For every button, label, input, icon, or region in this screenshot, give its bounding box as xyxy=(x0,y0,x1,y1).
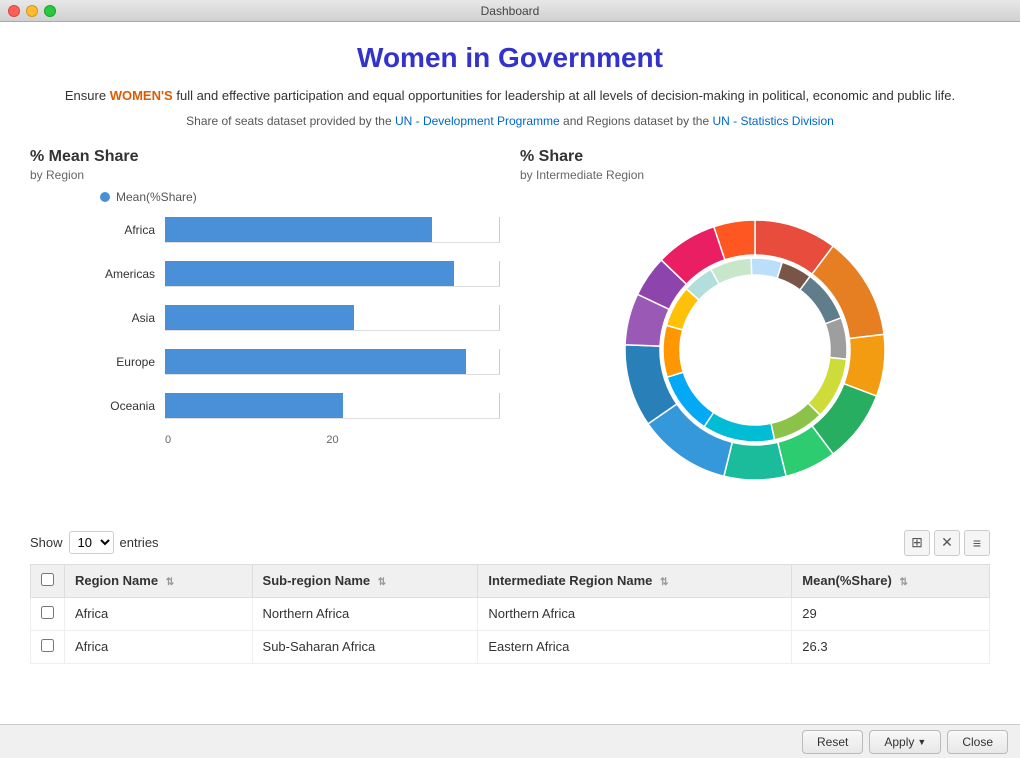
page-title: Women in Government xyxy=(30,42,990,74)
bar-track xyxy=(165,305,500,331)
table-controls: Show 10 25 50 entries ⊞ ✕ ≡ xyxy=(30,530,990,556)
charts-row: % Mean Share by Region Mean(%Share) Afri… xyxy=(30,148,990,510)
bar-label: Europe xyxy=(100,355,165,369)
donut-chart-title: % Share xyxy=(520,148,990,166)
th-subregion: Sub-region Name ⇅ xyxy=(252,564,478,597)
legend-label: Mean(%Share) xyxy=(116,190,197,204)
menu-icon-btn[interactable]: ≡ xyxy=(964,530,990,556)
entries-label: entries xyxy=(120,535,159,550)
subtitle: Ensure WOMEN'S full and effective partic… xyxy=(30,86,990,106)
bar-label: Asia xyxy=(100,311,165,325)
subtitle-pre: Ensure xyxy=(65,88,110,103)
bar-row: Americas xyxy=(100,258,500,290)
bar-track xyxy=(165,261,500,287)
links-pre: Share of seats dataset provided by the xyxy=(186,114,395,128)
link-undp[interactable]: UN - Development Programme xyxy=(395,114,560,128)
bar-row: Europe xyxy=(100,346,500,378)
x-tick-0: 0 xyxy=(165,434,277,446)
cell-intermediate: Eastern Africa xyxy=(478,630,792,663)
cell-mean: 29 xyxy=(792,597,990,630)
subtitle-post: full and effective participation and equ… xyxy=(173,88,955,103)
link-unsd[interactable]: UN - Statistics Division xyxy=(712,114,833,128)
close-dialog-button[interactable]: Close xyxy=(947,730,1008,754)
copy-icon-btn[interactable]: ✕ xyxy=(934,530,960,556)
cell-subregion: Sub-Saharan Africa xyxy=(252,630,478,663)
subtitle-highlight: WOMEN'S xyxy=(110,88,173,103)
cell-region: Africa xyxy=(65,630,253,663)
bar-fill xyxy=(165,349,466,374)
bar-fill xyxy=(165,305,354,330)
bar-label: Oceania xyxy=(100,399,165,413)
donut-chart-section: % Share by Intermediate Region xyxy=(520,148,990,510)
row-checkbox-cell xyxy=(31,597,65,630)
sort-region-icon[interactable]: ⇅ xyxy=(166,577,174,588)
table-row: AfricaSub-Saharan AfricaEastern Africa26… xyxy=(31,630,990,663)
row-checkbox[interactable] xyxy=(41,606,54,619)
show-label: Show xyxy=(30,535,63,550)
donut-svg xyxy=(605,200,905,500)
data-table: Region Name ⇅ Sub-region Name ⇅ Intermed… xyxy=(30,564,990,664)
bar-track xyxy=(165,349,500,375)
cell-subregion: Northern Africa xyxy=(252,597,478,630)
cell-region: Africa xyxy=(65,597,253,630)
th-intermediate: Intermediate Region Name ⇅ xyxy=(478,564,792,597)
bar-chart-legend: Mean(%Share) xyxy=(30,190,500,204)
donut-container xyxy=(520,190,990,510)
sort-subregion-icon[interactable]: ⇅ xyxy=(378,577,386,588)
sort-mean-icon[interactable]: ⇅ xyxy=(899,577,907,588)
table-header: Region Name ⇅ Sub-region Name ⇅ Intermed… xyxy=(31,564,990,597)
table-icons: ⊞ ✕ ≡ xyxy=(904,530,990,556)
window-buttons xyxy=(8,5,56,17)
bar-label: Africa xyxy=(100,223,165,237)
bar-track xyxy=(165,217,500,243)
bar-chart-section: % Mean Share by Region Mean(%Share) Afri… xyxy=(30,148,500,510)
table-section: Show 10 25 50 entries ⊞ ✕ ≡ xyxy=(30,530,990,664)
bar-chart-title: % Mean Share xyxy=(30,148,500,166)
x-tick-20: 20 xyxy=(277,434,389,446)
bar-fill xyxy=(165,217,432,242)
show-entries: Show 10 25 50 entries xyxy=(30,531,159,554)
entries-select[interactable]: 10 25 50 xyxy=(69,531,114,554)
bar-fill xyxy=(165,393,343,418)
cell-intermediate: Northern Africa xyxy=(478,597,792,630)
links-line: Share of seats dataset provided by the U… xyxy=(30,114,990,128)
table-row: AfricaNorthern AfricaNorthern Africa29 xyxy=(31,597,990,630)
th-checkbox xyxy=(31,564,65,597)
grid-icon-btn[interactable]: ⊞ xyxy=(904,530,930,556)
bar-chart-subtitle: by Region xyxy=(30,168,500,182)
table-body: AfricaNorthern AfricaNorthern Africa29Af… xyxy=(31,597,990,663)
cell-mean: 26.3 xyxy=(792,630,990,663)
minimize-button[interactable] xyxy=(26,5,38,17)
bar-chart-container: Africa Americas Asia Europe Oceania 0 20 xyxy=(30,214,500,476)
window-title: Dashboard xyxy=(481,4,540,18)
donut-chart-subtitle: by Intermediate Region xyxy=(520,168,990,182)
bar-row: Africa xyxy=(100,214,500,246)
bar-track xyxy=(165,393,500,419)
row-checkbox-cell xyxy=(31,630,65,663)
bar-row: Oceania xyxy=(100,390,500,422)
select-all-checkbox[interactable] xyxy=(41,573,54,586)
titlebar: Dashboard xyxy=(0,0,1020,22)
x-tick-end xyxy=(388,434,500,446)
reset-button[interactable]: Reset xyxy=(802,730,863,754)
bars-area: Africa Americas Asia Europe Oceania xyxy=(100,214,500,422)
apply-button[interactable]: Apply xyxy=(869,730,941,754)
sort-intermediate-icon[interactable]: ⇅ xyxy=(660,577,668,588)
th-region: Region Name ⇅ xyxy=(65,564,253,597)
bottom-bar: Reset Apply Close xyxy=(0,724,1020,758)
bar-fill xyxy=(165,261,454,286)
row-checkbox[interactable] xyxy=(41,639,54,652)
maximize-button[interactable] xyxy=(44,5,56,17)
th-mean: Mean(%Share) ⇅ xyxy=(792,564,990,597)
legend-dot xyxy=(100,192,110,202)
bar-label: Americas xyxy=(100,267,165,281)
close-button[interactable] xyxy=(8,5,20,17)
bar-row: Asia xyxy=(100,302,500,334)
x-axis: 0 20 xyxy=(100,434,500,446)
main-content: Women in Government Ensure WOMEN'S full … xyxy=(0,22,1020,758)
links-mid: and Regions dataset by the xyxy=(560,114,713,128)
